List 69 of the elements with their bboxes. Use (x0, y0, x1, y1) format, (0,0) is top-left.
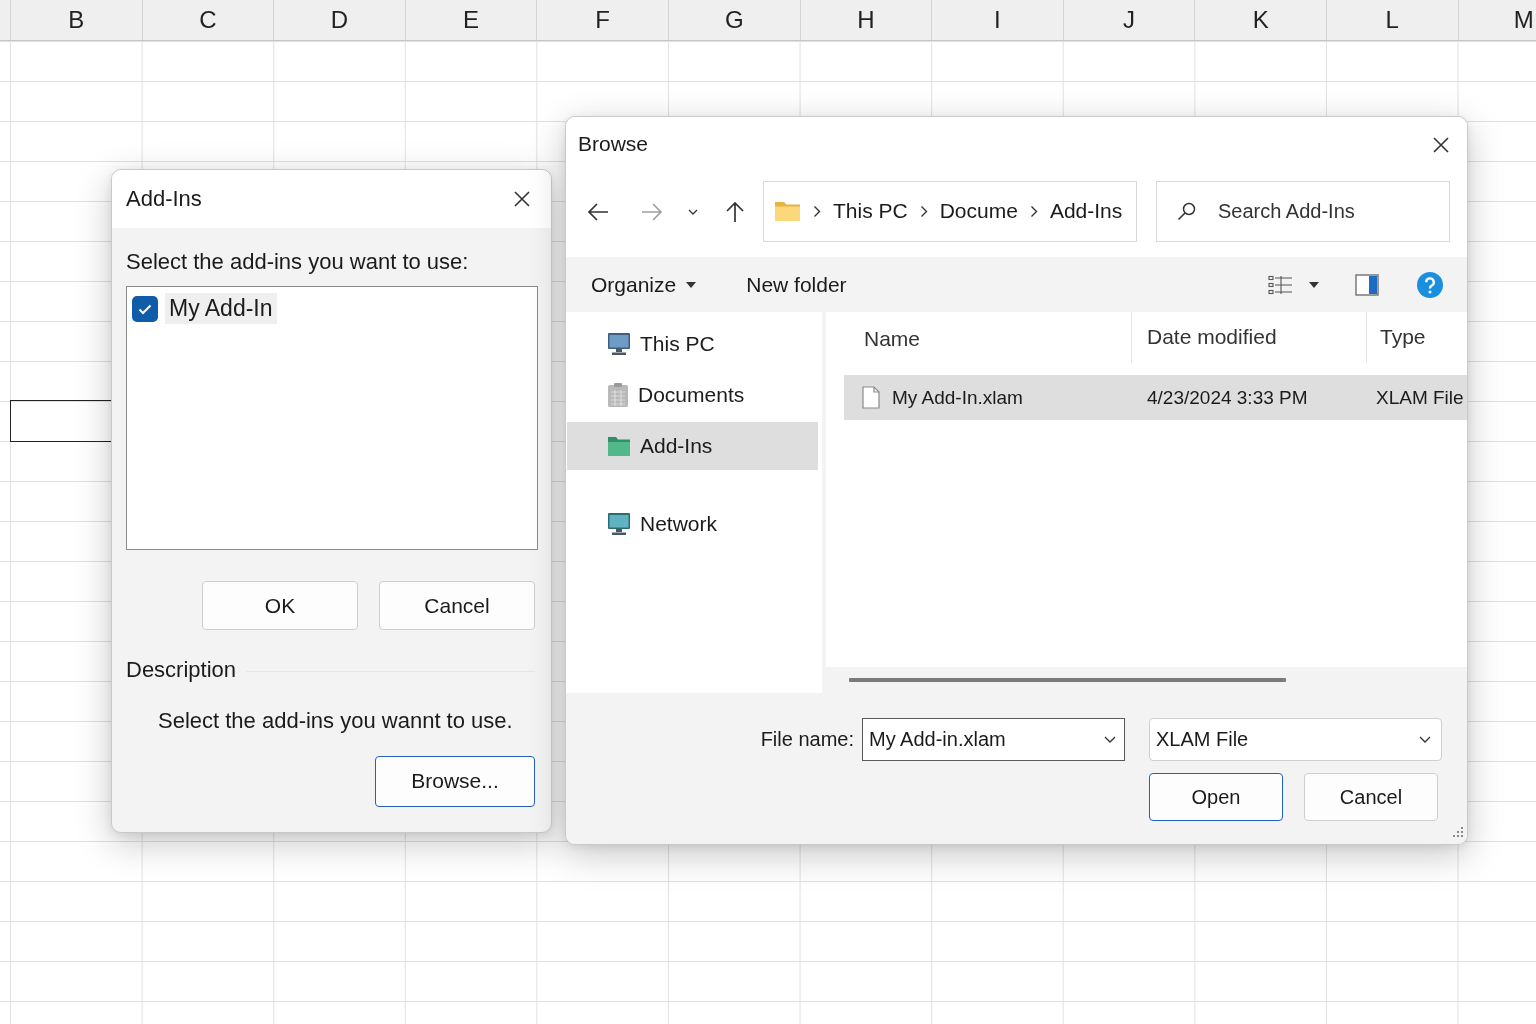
breadcrumb[interactable]: Docume (939, 199, 1018, 224)
address-bar[interactable]: This PC Docume Add-Ins (763, 181, 1137, 242)
column-header[interactable]: L (1385, 8, 1399, 32)
date-modified: 4/23/2024 3:33 PM (1147, 386, 1308, 408)
chevron-down-icon[interactable] (1104, 736, 1116, 743)
column-header[interactable]: K (1252, 8, 1269, 32)
add-in-item[interactable]: My Add-In (165, 293, 277, 324)
file-row[interactable]: My Add-In.xlam 4/23/2024 3:33 PM XLAM File (844, 375, 1467, 420)
nav-item[interactable]: Documents (567, 371, 818, 419)
section-heading: Description (126, 657, 237, 683)
close-icon[interactable] (514, 191, 530, 207)
folder-icon (607, 435, 631, 457)
scrollbar-thumb[interactable] (849, 678, 1286, 682)
chevron-right-icon (919, 205, 928, 218)
breadcrumb[interactable]: Add-Ins (1049, 199, 1123, 224)
list-view-icon[interactable] (1268, 274, 1293, 295)
column-header[interactable]: G (724, 8, 744, 32)
column-header[interactable]: C (199, 8, 217, 32)
description-text: Select the add-ins you wannt to use. (157, 707, 514, 733)
column-header[interactable]: M (1513, 8, 1534, 32)
folder-icon (774, 201, 801, 222)
new-folder-button[interactable]: New folder (746, 272, 847, 297)
browse-button[interactable]: Browse... (375, 755, 535, 807)
dialog-button[interactable]: Open (1149, 773, 1283, 821)
column-header[interactable]: B (68, 8, 85, 32)
nav-item[interactable]: This PC (567, 320, 818, 368)
breadcrumb[interactable]: This PC (833, 199, 908, 224)
search-icon (1177, 202, 1196, 221)
file-type-dropdown[interactable]: XLAM File (1149, 718, 1442, 761)
help-icon[interactable] (1417, 271, 1443, 298)
chevron-down-icon (1419, 736, 1431, 743)
up-arrow-icon[interactable] (725, 200, 745, 223)
computer-icon (607, 332, 631, 356)
caret-icon (686, 281, 697, 288)
network-icon (607, 512, 631, 536)
column-header[interactable]: E (463, 8, 480, 32)
column-header[interactable]: F (595, 8, 610, 32)
nav-item[interactable]: Network (567, 500, 818, 548)
checkbox[interactable] (132, 295, 158, 322)
file-name-label: File name: (760, 728, 854, 751)
column-header[interactable]: J (1123, 8, 1136, 32)
chevron-right-icon (813, 205, 821, 218)
search-field[interactable]: Search Add-Ins (1156, 181, 1450, 242)
preview-pane-icon[interactable] (1355, 273, 1379, 296)
file-name-field[interactable]: My Add-in.xlam (862, 718, 1125, 761)
dialog-button[interactable]: OK (202, 581, 358, 631)
dialog-button[interactable]: Cancel (1304, 773, 1438, 821)
left-arrow-icon[interactable] (587, 201, 609, 222)
dialog-button[interactable]: Cancel (379, 581, 535, 631)
resize-grip-icon[interactable] (1452, 826, 1464, 838)
chevron-down-icon[interactable] (688, 208, 698, 215)
chevron-right-icon (1029, 205, 1038, 218)
file-type: XLAM File (1376, 386, 1464, 408)
file-name: My Add-In.xlam (892, 386, 1023, 409)
nav-item[interactable]: Add-Ins (567, 422, 818, 470)
column-header[interactable]: H (857, 8, 875, 32)
column-header[interactable]: Type (1380, 325, 1426, 350)
documents-icon (607, 382, 629, 408)
column-header[interactable]: Name (864, 327, 921, 352)
close-icon[interactable] (1433, 136, 1449, 153)
file-icon (862, 386, 880, 409)
caret-icon (1309, 281, 1319, 288)
column-header[interactable]: D (330, 8, 349, 32)
column-header[interactable]: I (994, 8, 1001, 32)
prompt-label: Select the add-ins you want to use: (126, 249, 470, 275)
column-header[interactable]: Date modified (1147, 325, 1277, 350)
dialog-title: Browse (578, 132, 649, 157)
organize-button[interactable]: Organize (591, 272, 697, 297)
dialog-title: Add-Ins (126, 186, 202, 212)
